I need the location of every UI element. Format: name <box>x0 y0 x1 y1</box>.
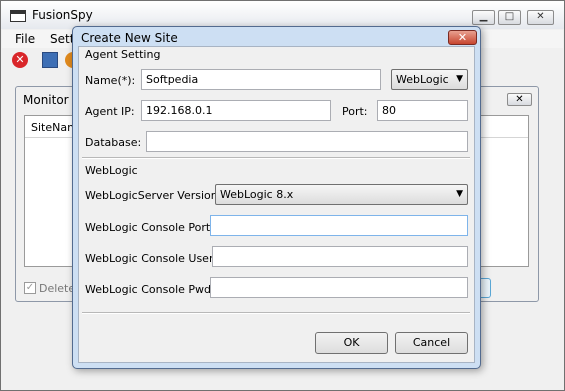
app-window-icon <box>10 10 26 22</box>
weblogic-version-label: WebLogicServer Version: <box>85 189 222 202</box>
cancel-button[interactable]: Cancel <box>395 332 468 354</box>
chevron-down-icon: ▼ <box>456 189 463 199</box>
server-type-select[interactable]: WebLogic ▼ <box>391 69 468 90</box>
console-user-label: WebLogic Console User: <box>85 252 217 265</box>
agent-ip-field[interactable] <box>141 100 331 121</box>
minimize-button[interactable]: ▁ <box>472 10 495 25</box>
main-window-title: FusionSpy <box>32 8 93 22</box>
delete-checkbox[interactable]: ✓ <box>24 282 36 294</box>
dialog-title: Create New Site <box>81 31 178 45</box>
monitor-panel-close-button[interactable]: ✕ <box>507 93 532 106</box>
server-type-value: WebLogic <box>396 73 449 86</box>
dialog-body: Agent Setting Name(*): WebLogic ▼ Agent … <box>78 46 475 363</box>
console-pwd-field[interactable] <box>210 277 468 298</box>
weblogic-version-value: WebLogic 8.x <box>220 188 294 201</box>
console-port-field[interactable] <box>210 215 468 236</box>
agent-setting-section-label: Agent Setting <box>85 48 161 61</box>
ok-button[interactable]: OK <box>315 332 388 354</box>
weblogic-section-label: WebLogic <box>85 164 138 177</box>
monitor-icon[interactable] <box>42 52 58 68</box>
create-new-site-dialog: Create New Site ✕ Agent Setting Name(*):… <box>72 26 481 369</box>
port-label: Port: <box>342 105 368 118</box>
dialog-close-button[interactable]: ✕ <box>448 30 477 45</box>
maximize-button[interactable]: □ <box>498 10 521 25</box>
delete-label: Delete <box>39 282 76 295</box>
stop-icon[interactable]: ✕ <box>12 52 28 68</box>
agent-ip-label: Agent IP: <box>85 105 135 118</box>
weblogic-version-select[interactable]: WebLogic 8.x ▼ <box>215 184 468 205</box>
console-pwd-label: WebLogic Console Pwd: <box>85 283 215 296</box>
close-button[interactable]: ✕ <box>527 10 554 25</box>
section-divider <box>82 157 470 159</box>
console-port-label: WebLogic Console Port: <box>85 221 214 234</box>
buttons-divider <box>82 312 470 314</box>
menu-file[interactable]: File <box>15 32 35 46</box>
database-label: Database: <box>85 136 142 149</box>
partially-hidden-button[interactable] <box>481 278 491 298</box>
name-label: Name(*): <box>85 74 136 87</box>
name-field[interactable] <box>141 69 381 90</box>
chevron-down-icon: ▼ <box>456 74 463 84</box>
database-field[interactable] <box>146 131 468 152</box>
main-title-bar[interactable]: FusionSpy ▁ □ ✕ <box>1 1 564 29</box>
port-field[interactable] <box>377 100 468 121</box>
console-user-field[interactable] <box>212 246 468 267</box>
